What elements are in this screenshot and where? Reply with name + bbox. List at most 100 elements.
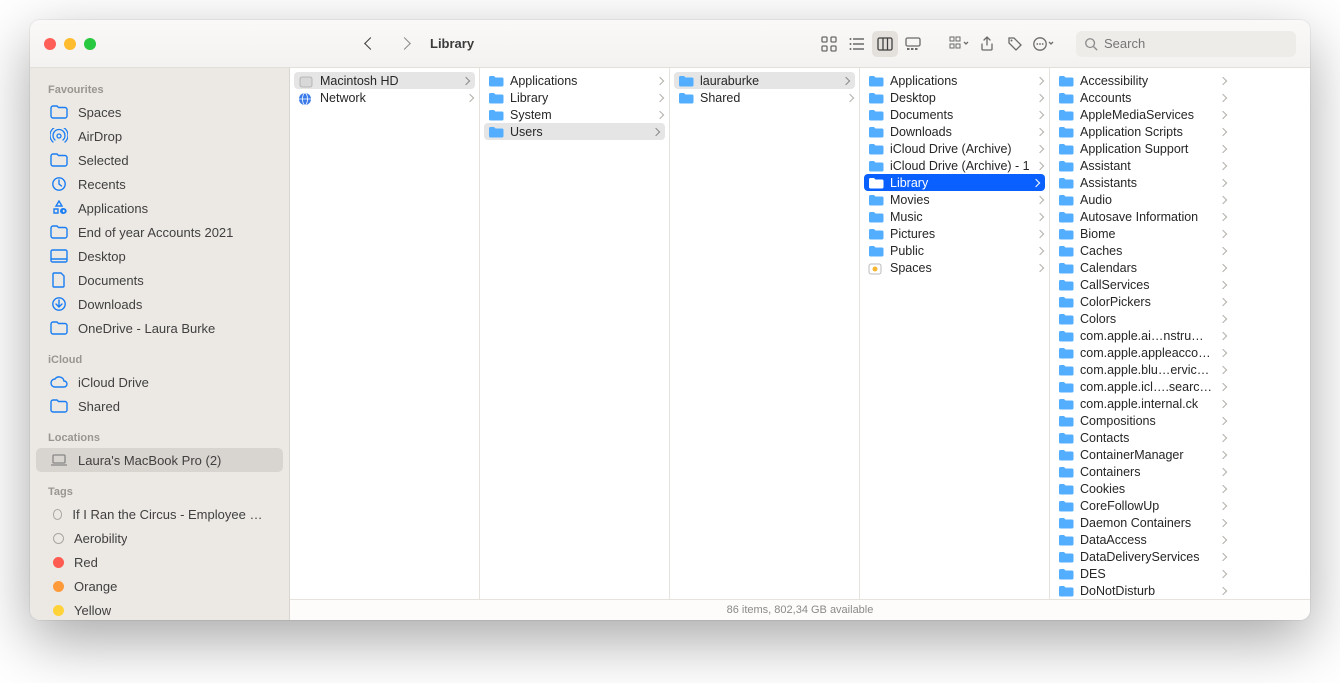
sidebar-item[interactable]: Laura's MacBook Pro (2) xyxy=(36,448,283,472)
file-row[interactable]: Documents xyxy=(860,106,1049,123)
tag-color-icon xyxy=(53,533,64,544)
file-row[interactable]: Calendars xyxy=(1050,259,1232,276)
file-row-label: com.apple.appleaccountd xyxy=(1080,346,1214,360)
file-row[interactable]: AppleMediaServices xyxy=(1050,106,1232,123)
file-row[interactable]: Users xyxy=(484,123,665,140)
file-row[interactable]: Application Scripts xyxy=(1050,123,1232,140)
file-row[interactable]: ContainerManager xyxy=(1050,446,1232,463)
file-row[interactable]: Daemon Containers xyxy=(1050,514,1232,531)
file-row[interactable]: Spaces xyxy=(860,259,1049,276)
clock-icon xyxy=(50,176,68,192)
action-menu-button[interactable] xyxy=(1030,31,1056,57)
sidebar-item[interactable]: Aerobility xyxy=(36,526,283,550)
sidebar-item[interactable]: Selected xyxy=(36,148,283,172)
sidebar-item[interactable]: Red xyxy=(36,550,283,574)
file-row[interactable]: iCloud Drive (Archive) - 1 xyxy=(860,157,1049,174)
list-view-button[interactable] xyxy=(844,31,870,57)
file-row[interactable]: iCloud Drive (Archive) xyxy=(860,140,1049,157)
file-row[interactable]: Accessibility xyxy=(1050,72,1232,89)
file-row[interactable]: Music xyxy=(860,208,1049,225)
file-row[interactable]: Library xyxy=(864,174,1045,191)
file-row[interactable]: Library xyxy=(480,89,669,106)
chevron-right-icon xyxy=(1219,365,1227,373)
file-row[interactable]: Autosave Information xyxy=(1050,208,1232,225)
file-row[interactable]: Downloads xyxy=(860,123,1049,140)
file-row[interactable]: Movies xyxy=(860,191,1049,208)
chevron-right-icon xyxy=(1219,229,1227,237)
forward-button[interactable] xyxy=(392,32,416,56)
sidebar-item[interactable]: End of year Accounts 2021 xyxy=(36,220,283,244)
sidebar-item[interactable]: Shared xyxy=(36,394,283,418)
file-row[interactable]: Applications xyxy=(480,72,669,89)
folder-icon xyxy=(1058,517,1074,529)
gallery-view-button[interactable] xyxy=(900,31,926,57)
file-row[interactable]: CoreFollowUp xyxy=(1050,497,1232,514)
file-row[interactable]: Pictures xyxy=(860,225,1049,242)
file-row[interactable]: Macintosh HD xyxy=(294,72,475,89)
file-row[interactable]: com.apple.appleaccountd xyxy=(1050,344,1232,361)
file-row[interactable]: ColorPickers xyxy=(1050,293,1232,310)
file-row[interactable]: DES xyxy=(1050,565,1232,582)
zoom-button[interactable] xyxy=(84,38,96,50)
status-bar: 86 items, 802,34 GB available xyxy=(290,599,1310,620)
file-row[interactable]: Application Support xyxy=(1050,140,1232,157)
desktop-icon xyxy=(50,248,68,264)
sidebar-item[interactable]: Applications xyxy=(36,196,283,220)
file-row[interactable]: Network xyxy=(290,89,479,106)
chevron-right-icon xyxy=(1036,246,1044,254)
file-row[interactable]: DataDeliveryServices xyxy=(1050,548,1232,565)
file-row[interactable]: Accounts xyxy=(1050,89,1232,106)
file-row-label: DES xyxy=(1080,567,1214,581)
column-view-button[interactable] xyxy=(872,31,898,57)
sidebar-item[interactable]: OneDrive - Laura Burke xyxy=(36,316,283,340)
share-button[interactable] xyxy=(974,31,1000,57)
list-icon xyxy=(849,36,865,52)
sidebar-item[interactable]: Documents xyxy=(36,268,283,292)
file-row[interactable]: lauraburke xyxy=(674,72,855,89)
sidebar-item[interactable]: Spaces xyxy=(36,100,283,124)
file-row[interactable]: Audio xyxy=(1050,191,1232,208)
file-row[interactable]: Assistant xyxy=(1050,157,1232,174)
file-row[interactable]: System xyxy=(480,106,669,123)
file-row[interactable]: com.apple.ai…nstrumentation xyxy=(1050,327,1232,344)
folder-icon xyxy=(50,152,68,168)
file-row[interactable]: Assistants xyxy=(1050,174,1232,191)
sidebar-item[interactable]: Yellow xyxy=(36,598,283,620)
file-row[interactable]: com.apple.blu…ervices.cloud xyxy=(1050,361,1232,378)
folder-icon xyxy=(1058,398,1074,410)
file-row[interactable]: Biome xyxy=(1050,225,1232,242)
search-input[interactable] xyxy=(1076,31,1296,57)
sidebar-item[interactable]: iCloud Drive xyxy=(36,370,283,394)
file-row[interactable]: Public xyxy=(860,242,1049,259)
file-row[interactable]: DataAccess xyxy=(1050,531,1232,548)
file-row[interactable]: Applications xyxy=(860,72,1049,89)
file-row[interactable]: Cookies xyxy=(1050,480,1232,497)
file-row[interactable]: Containers xyxy=(1050,463,1232,480)
sidebar-item[interactable]: Orange xyxy=(36,574,283,598)
airdrop-icon xyxy=(50,128,68,144)
sidebar-item[interactable]: AirDrop xyxy=(36,124,283,148)
tags-button[interactable] xyxy=(1002,31,1028,57)
file-row[interactable]: Shared xyxy=(670,89,859,106)
back-button[interactable] xyxy=(358,32,382,56)
file-row[interactable]: Caches xyxy=(1050,242,1232,259)
file-row[interactable]: Compositions xyxy=(1050,412,1232,429)
file-row[interactable]: Colors xyxy=(1050,310,1232,327)
chevron-right-icon xyxy=(1219,382,1227,390)
folder-icon xyxy=(1058,534,1074,546)
file-row[interactable]: Contacts xyxy=(1050,429,1232,446)
minimize-button[interactable] xyxy=(64,38,76,50)
sidebar-item[interactable]: If I Ran the Circus - Employee brainstor… xyxy=(36,502,283,526)
file-row[interactable]: CallServices xyxy=(1050,276,1232,293)
sidebar-item[interactable]: Desktop xyxy=(36,244,283,268)
file-row[interactable]: Desktop xyxy=(860,89,1049,106)
group-by-button[interactable] xyxy=(946,31,972,57)
file-row[interactable]: DoNotDisturb xyxy=(1050,582,1232,599)
sidebar-item[interactable]: Recents xyxy=(36,172,283,196)
file-row[interactable]: com.apple.icl….searchpartyd xyxy=(1050,378,1232,395)
file-row[interactable]: com.apple.internal.ck xyxy=(1050,395,1232,412)
sidebar-item[interactable]: Downloads xyxy=(36,292,283,316)
column: ApplicationsDesktopDocumentsDownloadsiCl… xyxy=(860,68,1050,599)
close-button[interactable] xyxy=(44,38,56,50)
icon-view-button[interactable] xyxy=(816,31,842,57)
